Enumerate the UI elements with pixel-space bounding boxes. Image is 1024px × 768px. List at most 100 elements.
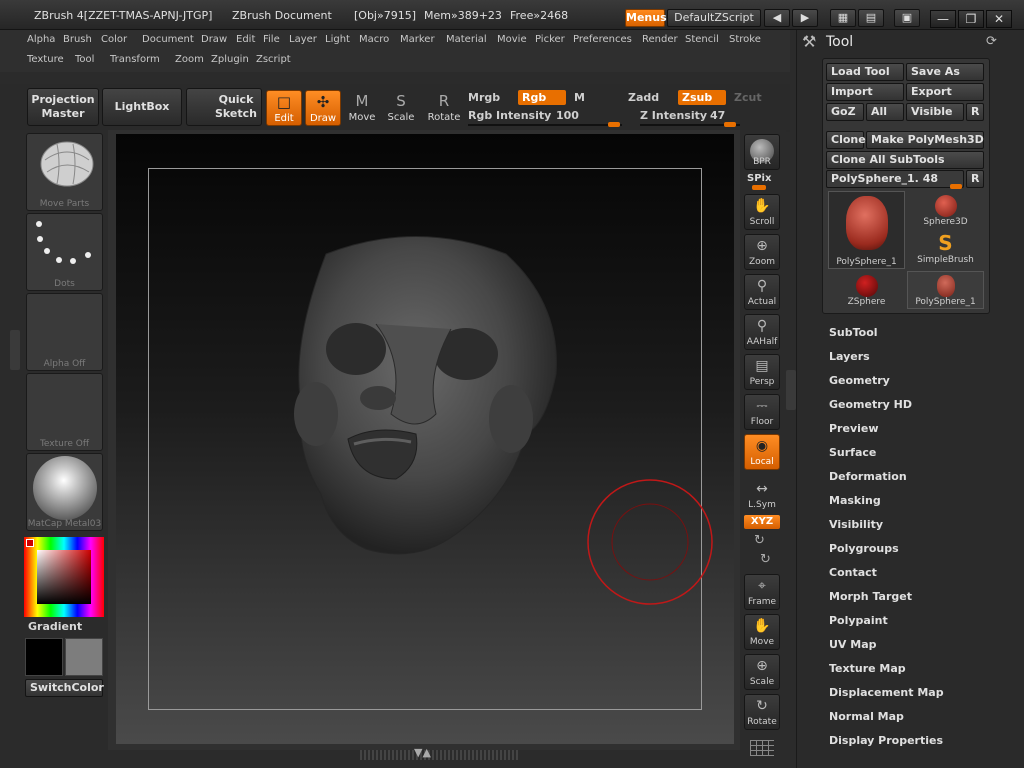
load-tool-button[interactable]: Load Tool (826, 63, 904, 81)
scale-view-button[interactable]: ⊕ Scale (744, 654, 780, 690)
move-view-button[interactable]: ✋ Move (744, 614, 780, 650)
import-button[interactable]: Import (826, 83, 904, 101)
xyz-button[interactable]: XYZ (744, 515, 780, 529)
goz-button[interactable]: GoZ (826, 103, 864, 121)
tool-section-contact[interactable]: Contact (829, 566, 877, 579)
menu-item-file[interactable]: File (263, 34, 280, 45)
frame-button[interactable]: ⌖ Frame (744, 574, 780, 610)
tool-section-polypaint[interactable]: Polypaint (829, 614, 888, 627)
mrgb-toggle[interactable]: Mrgb (468, 91, 500, 104)
r-button[interactable]: R (966, 103, 984, 121)
menu-item-zplugin[interactable]: Zplugin (211, 54, 249, 65)
menu-item-tool[interactable]: Tool (75, 54, 94, 65)
lsym-button[interactable]: ↔ L.Sym (744, 478, 780, 514)
menu-item-render[interactable]: Render (642, 34, 678, 45)
menu-item-light[interactable]: Light (325, 34, 350, 45)
tool-section-layers[interactable]: Layers (829, 350, 870, 363)
secondary-color-swatch[interactable] (65, 638, 103, 676)
menu-item-document[interactable]: Document (142, 34, 194, 45)
projection-master-button[interactable]: Projection Master (27, 88, 99, 126)
tool-section-polygroups[interactable]: Polygroups (829, 542, 899, 555)
left-tray-tab[interactable] (10, 330, 20, 370)
menu-item-marker[interactable]: Marker (400, 34, 435, 45)
right-tray-tab[interactable] (786, 370, 796, 410)
z-intensity-knob[interactable] (724, 122, 736, 127)
menu-item-preferences[interactable]: Preferences (573, 34, 632, 45)
minimize-icon[interactable]: — (930, 10, 956, 28)
clone-button[interactable]: Clone (826, 131, 866, 149)
gradient-button[interactable]: Gradient (28, 620, 82, 633)
menus-button[interactable]: Menus (625, 9, 667, 27)
layout-icon[interactable]: ▦ (830, 9, 856, 27)
tool-section-deformation[interactable]: Deformation (829, 470, 907, 483)
spix-slider[interactable] (752, 185, 766, 190)
stroke-thumbnail[interactable]: Dots (26, 213, 103, 291)
tool-section-masking[interactable]: Masking (829, 494, 881, 507)
menu-item-edit[interactable]: Edit (236, 34, 255, 45)
refresh-icon[interactable]: ⟳ (986, 34, 997, 49)
r-tool-button[interactable]: R (966, 170, 984, 188)
tool-section-texture-map[interactable]: Texture Map (829, 662, 906, 675)
scroll-right-icon[interactable]: ▶ (792, 9, 818, 27)
menu-item-alpha[interactable]: Alpha (27, 34, 55, 45)
tool-section-morph-target[interactable]: Morph Target (829, 590, 912, 603)
menu-item-stencil[interactable]: Stencil (685, 34, 719, 45)
tool-section-normal-map[interactable]: Normal Map (829, 710, 904, 723)
menu-item-color[interactable]: Color (101, 34, 127, 45)
menu-item-layer[interactable]: Layer (289, 34, 317, 45)
m-toggle[interactable]: M (574, 91, 585, 104)
bottom-tray-toggle-icon[interactable]: ▼▲ (414, 746, 431, 759)
zcut-toggle[interactable]: Zcut (734, 91, 762, 104)
tool-section-uv-map[interactable]: UV Map (829, 638, 877, 651)
subtool-thumb-sphere3d[interactable]: Sphere3D (907, 191, 984, 229)
tool-section-geometry-hd[interactable]: Geometry HD (829, 398, 912, 411)
rotate-y-icon[interactable]: ↻ (754, 533, 765, 548)
polyframe-icon[interactable] (750, 740, 774, 756)
local-button[interactable]: ◉ Local (744, 434, 780, 470)
rgb-intensity-knob[interactable] (608, 122, 620, 127)
make-polymesh-button[interactable]: Make PolyMesh3D (866, 131, 984, 149)
subtool-thumb-current[interactable]: PolySphere_1 (828, 191, 905, 269)
material-thumbnail[interactable]: MatCap Metal03 (26, 453, 103, 531)
quick-sketch-button[interactable]: Quick Sketch (186, 88, 262, 126)
menu-item-zoom[interactable]: Zoom (175, 54, 204, 65)
brush-thumbnail[interactable]: Move Parts (26, 133, 103, 211)
rotate-view-button[interactable]: ↻ Rotate (744, 694, 780, 730)
menu-item-texture[interactable]: Texture (27, 54, 64, 65)
tool-section-subtool[interactable]: SubTool (829, 326, 878, 339)
menu-item-zscript[interactable]: Zscript (256, 54, 291, 65)
subtool-thumb-simplebrush[interactable]: S SimpleBrush (907, 231, 984, 269)
menu-item-movie[interactable]: Movie (497, 34, 527, 45)
actual-button[interactable]: ⚲ Actual (744, 274, 780, 310)
tool-section-surface[interactable]: Surface (829, 446, 876, 459)
alpha-thumbnail[interactable]: Alpha Off (26, 293, 103, 371)
all-button[interactable]: All (866, 103, 904, 121)
export-button[interactable]: Export (906, 83, 984, 101)
save-as-button[interactable]: Save As (906, 63, 984, 81)
scale-button[interactable]: S Scale (383, 90, 419, 126)
zoom-button[interactable]: ⊕ Zoom (744, 234, 780, 270)
menu-item-macro[interactable]: Macro (359, 34, 389, 45)
menu-item-stroke[interactable]: Stroke (729, 34, 761, 45)
main-color-swatch[interactable] (25, 638, 63, 676)
bottom-tray-handle[interactable] (360, 750, 520, 760)
rotate-button[interactable]: R Rotate (426, 90, 462, 126)
restore-icon[interactable]: ❐ (958, 10, 984, 28)
zsub-toggle[interactable]: Zsub (678, 90, 726, 105)
tool-section-visibility[interactable]: Visibility (829, 518, 883, 531)
rotate-z-icon[interactable]: ↻ (760, 552, 771, 567)
zadd-toggle[interactable]: Zadd (628, 91, 659, 104)
bpr-button[interactable]: BPR (744, 134, 780, 170)
edit-button[interactable]: □ Edit (266, 90, 302, 126)
tool-section-displacement-map[interactable]: Displacement Map (829, 686, 944, 699)
current-tool-slider[interactable]: PolySphere_1. 48 (826, 170, 964, 188)
current-tool-knob[interactable] (950, 184, 962, 189)
color-square[interactable] (37, 550, 91, 604)
color-picker[interactable] (24, 537, 104, 617)
close-icon[interactable]: ✕ (986, 10, 1012, 28)
tool-section-geometry[interactable]: Geometry (829, 374, 890, 387)
default-zscript-button[interactable]: DefaultZScript (667, 9, 761, 27)
subtool-thumb-zsphere[interactable]: ZSphere (828, 271, 905, 309)
draw-button[interactable]: ✣ Draw (305, 90, 341, 126)
visible-button[interactable]: Visible (906, 103, 964, 121)
